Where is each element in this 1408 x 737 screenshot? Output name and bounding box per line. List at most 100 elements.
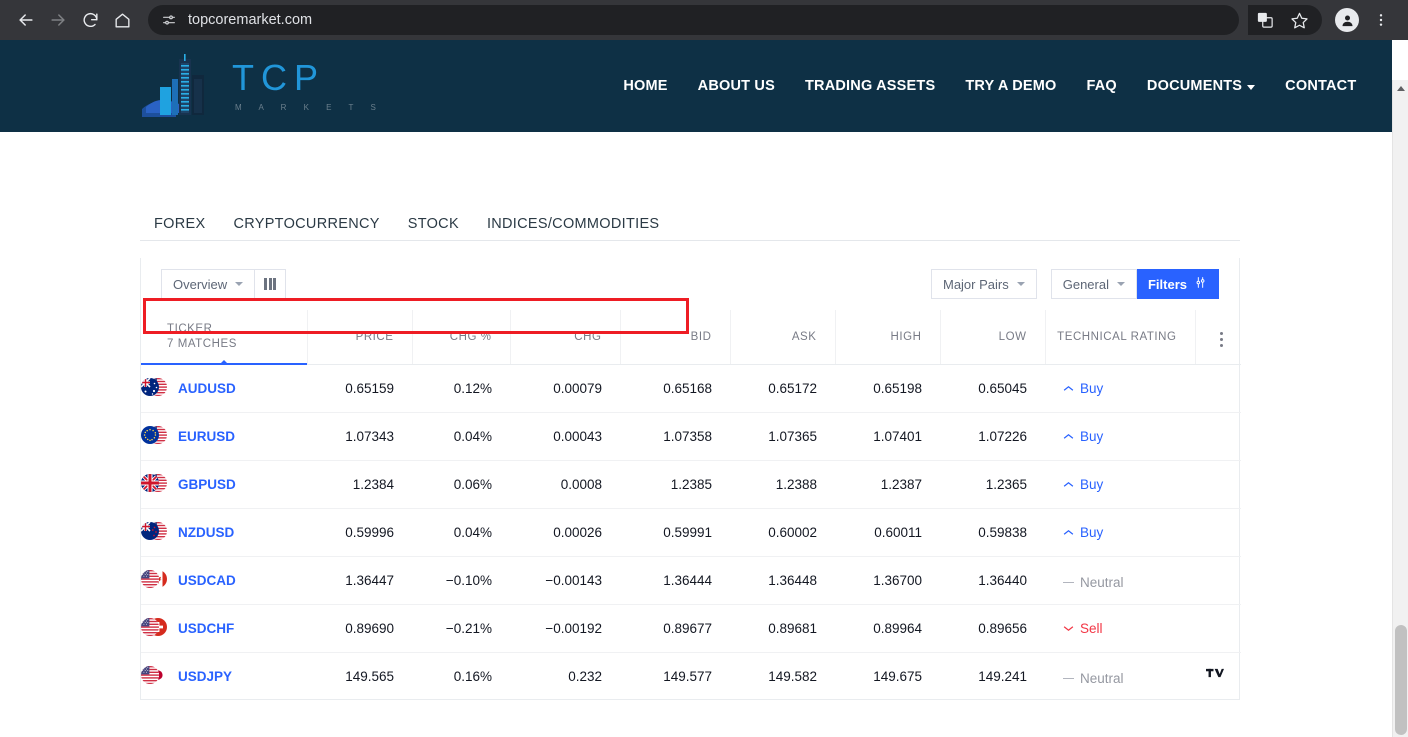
cell-chg: 0.0008	[510, 460, 620, 509]
tab-label: FOREX	[154, 216, 206, 232]
cell-ticker[interactable]: NZDUSD	[141, 508, 307, 557]
column-header-ask[interactable]: ASK	[729, 310, 835, 365]
cell-row-actions	[1195, 604, 1241, 653]
cell-ticker[interactable]: AUDUSD	[141, 364, 307, 413]
cell-chg: 0.232	[568, 668, 602, 684]
cell-high: 1.36700	[835, 556, 940, 605]
chrome-menu-icon[interactable]	[1366, 5, 1396, 35]
tab-label: INDICES/COMMODITIES	[486, 216, 660, 232]
logo-tagline: M A R K E T S	[235, 103, 384, 112]
column-header-low[interactable]: LOW	[939, 310, 1045, 365]
nav-item-faq[interactable]: FAQ	[1087, 78, 1117, 94]
chevron-up-icon	[1063, 433, 1074, 439]
cell-ticker[interactable]: EURUSD	[141, 412, 307, 461]
chevron-down-icon	[1116, 282, 1125, 286]
cell-chg-pct: −0.21%	[412, 604, 510, 653]
column-header-technical-rating[interactable]: TECHNICAL RATING	[1044, 310, 1195, 365]
tab-forex[interactable]: FOREX	[140, 208, 220, 240]
column-options-button[interactable]	[1194, 310, 1241, 365]
cell-chg: 0.00026	[510, 508, 620, 557]
table-row[interactable]: USDJPY 149.565 0.16% 0.232 149.577 149.5…	[141, 652, 1241, 700]
view-controls: Overview	[161, 269, 287, 299]
filter-controls: General Filters	[1050, 269, 1219, 299]
column-header-chg[interactable]: CHG	[509, 310, 620, 365]
forward-button[interactable]	[42, 4, 74, 36]
avatar	[1335, 8, 1359, 32]
nav-item-trading-assets[interactable]: TRADING ASSETS	[805, 78, 935, 94]
profile-avatar[interactable]	[1332, 5, 1362, 35]
nav-item-home[interactable]: HOME	[623, 78, 667, 94]
column-header-bid[interactable]: BID	[619, 310, 730, 365]
tab-cryptocurrency[interactable]: CRYPTOCURRENCY	[219, 208, 393, 240]
column-header-chg-pct[interactable]: CHG %	[411, 310, 510, 365]
nav-label: CONTACT	[1285, 78, 1357, 94]
toolbar-left-group: Overview	[161, 269, 287, 299]
column-header-ticker[interactable]: TICKER 7 MATCHES	[141, 310, 307, 365]
bookmark-star-icon[interactable]	[1284, 5, 1314, 35]
filters-button[interactable]: Filters	[1136, 269, 1219, 299]
cell-technical-rating: Neutral	[1045, 556, 1195, 605]
overview-dropdown[interactable]: Overview	[161, 269, 256, 299]
scroll-up-icon[interactable]	[1397, 86, 1405, 91]
cell-ask: 1.07365	[730, 412, 835, 461]
table-body: AUDUSD 0.65159 0.12% 0.00079 0.65168 0.6…	[141, 364, 1241, 700]
general-dropdown[interactable]: General	[1050, 269, 1137, 299]
nav-item-about-us[interactable]: ABOUT US	[698, 78, 775, 94]
page-scrollbar[interactable]	[1392, 80, 1408, 737]
flag-pair-audusd-icon	[141, 377, 167, 399]
cell-ticker[interactable]: USDJPY	[141, 652, 307, 700]
table-row[interactable]: USDCHF 0.89690 −0.21% −0.00192 0.89677 0…	[141, 604, 1241, 653]
widget-toolbar: Overview Major Pairs General Filters	[141, 258, 1239, 310]
sort-ascending-icon	[218, 359, 229, 365]
major-pairs-label: Major Pairs	[942, 276, 1009, 292]
column-header-price[interactable]: PRICE	[306, 310, 412, 365]
cell-chg: −0.00192	[510, 604, 620, 653]
site-header: TCP M A R K E T S HOME ABOUT US TRADING …	[0, 40, 1392, 132]
tradingview-logo-icon	[1206, 668, 1224, 678]
tradingview-attribution[interactable]	[1199, 657, 1231, 689]
translate-icon[interactable]: G	[1250, 5, 1280, 35]
cell-ticker[interactable]: USDCAD	[141, 556, 307, 605]
cell-bid: 1.2385	[620, 460, 730, 509]
cell-bid: 0.89677	[620, 604, 730, 653]
table-row[interactable]: USDCAD 1.36447 −0.10% −0.00143 1.36444 1…	[141, 556, 1241, 605]
rating-label: Sell	[1080, 621, 1103, 636]
cell-chg-pct: 0.12%	[412, 364, 510, 413]
column-header-high[interactable]: HIGH	[834, 310, 940, 365]
scrollbar-thumb[interactable]	[1395, 625, 1407, 735]
symbol-label: NZDUSD	[178, 524, 235, 540]
cell-high: 1.07401	[835, 412, 940, 461]
site-logo[interactable]: TCP M A R K E T S	[142, 51, 383, 121]
tab-stock[interactable]: STOCK	[394, 208, 473, 240]
columns-toggle-button[interactable]	[255, 269, 287, 299]
url-text: topcoremarket.com	[188, 12, 313, 28]
chevron-up-icon	[1063, 481, 1074, 487]
flag-pair-usdchf-icon	[141, 617, 167, 639]
cell-ticker[interactable]: USDCHF	[141, 604, 307, 653]
cell-row-actions	[1195, 412, 1241, 461]
nav-item-try-a-demo[interactable]: TRY A DEMO	[965, 78, 1056, 94]
cell-technical-rating: Buy	[1045, 460, 1195, 509]
address-bar[interactable]: topcoremarket.com	[148, 5, 1239, 35]
cell-price: 149.565	[345, 668, 394, 684]
nav-item-documents[interactable]: DOCUMENTS	[1147, 78, 1256, 94]
cell-row-actions	[1195, 556, 1241, 605]
back-button[interactable]	[10, 4, 42, 36]
major-pairs-dropdown[interactable]: Major Pairs	[930, 269, 1037, 299]
tab-indices-commodities[interactable]: INDICES/COMMODITIES	[473, 208, 673, 240]
cell-high: 0.65198	[835, 364, 940, 413]
site-settings-icon[interactable]	[160, 11, 178, 29]
table-row[interactable]: EURUSD 1.07343 0.04% 0.00043 1.07358 1.0…	[141, 412, 1241, 461]
table-row[interactable]: AUDUSD 0.65159 0.12% 0.00079 0.65168 0.6…	[141, 364, 1241, 413]
cell-price: 1.2384	[307, 460, 412, 509]
cell-ticker[interactable]: GBPUSD	[141, 460, 307, 509]
nav-item-contact[interactable]: CONTACT	[1285, 78, 1356, 94]
symbol-label: AUDUSD	[178, 380, 236, 396]
reload-button[interactable]	[74, 4, 106, 36]
cell-high: 149.675	[873, 668, 922, 684]
table-row[interactable]: GBPUSD 1.2384 0.06% 0.0008 1.2385 1.2388…	[141, 460, 1241, 509]
table-row[interactable]: NZDUSD 0.59996 0.04% 0.00026 0.59991 0.6…	[141, 508, 1241, 557]
browser-toolbar: topcoremarket.com G	[0, 0, 1408, 40]
cell-price: 1.36447	[307, 556, 412, 605]
home-button[interactable]	[106, 4, 138, 36]
